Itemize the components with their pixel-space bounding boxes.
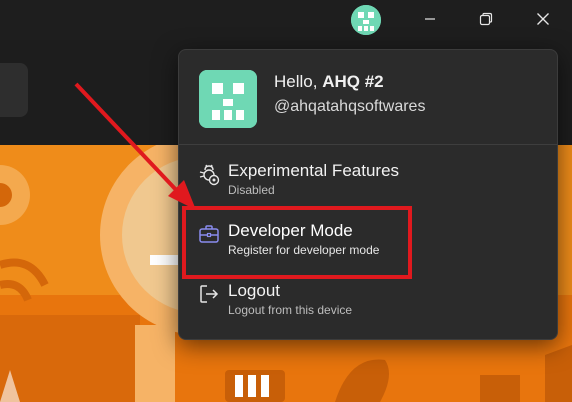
menu-item-title: Logout (228, 281, 280, 300)
menu-item-subtitle: Logout from this device (228, 303, 353, 317)
sign-out-icon (200, 285, 219, 303)
menu-item-subtitle: Disabled (228, 183, 275, 197)
menu-item-developer-mode[interactable]: Developer Mode Register for developer mo… (191, 218, 545, 270)
title-bar (0, 0, 572, 40)
account-avatar-button[interactable] (351, 5, 381, 35)
profile-username: @ahqatahqsoftwares (274, 98, 426, 115)
profile-greeting: Hello, AHQ #2 (274, 72, 384, 92)
restore-icon (479, 12, 493, 26)
menu-item-subtitle: Register for developer mode (228, 243, 380, 257)
briefcase-icon (199, 225, 219, 243)
maximize-button[interactable] (463, 0, 509, 38)
display-name: AHQ #2 (322, 72, 384, 91)
account-menu: Hello, AHQ #2 @ahqatahqsoftwares Experim… (178, 49, 558, 340)
menu-divider (179, 144, 557, 145)
menu-item-title: Developer Mode (228, 221, 353, 240)
menu-item-experimental-features[interactable]: Experimental Features Disabled (191, 158, 545, 210)
bug-settings-icon (199, 164, 220, 186)
app-window: Hello, AHQ #2 @ahqatahqsoftwares Experim… (0, 0, 572, 402)
profile-avatar (199, 70, 257, 128)
pixel-skull-avatar-icon (199, 70, 257, 128)
menu-item-title: Experimental Features (228, 161, 400, 180)
greeting-text: Hello, (274, 72, 318, 91)
close-icon (537, 13, 549, 25)
pixel-skull-avatar-icon (351, 5, 381, 35)
minimize-button[interactable] (407, 0, 453, 38)
minimize-icon (425, 18, 435, 20)
search-field[interactable] (0, 63, 28, 117)
close-button[interactable] (520, 0, 566, 38)
menu-item-logout[interactable]: Logout Logout from this device (191, 278, 545, 330)
